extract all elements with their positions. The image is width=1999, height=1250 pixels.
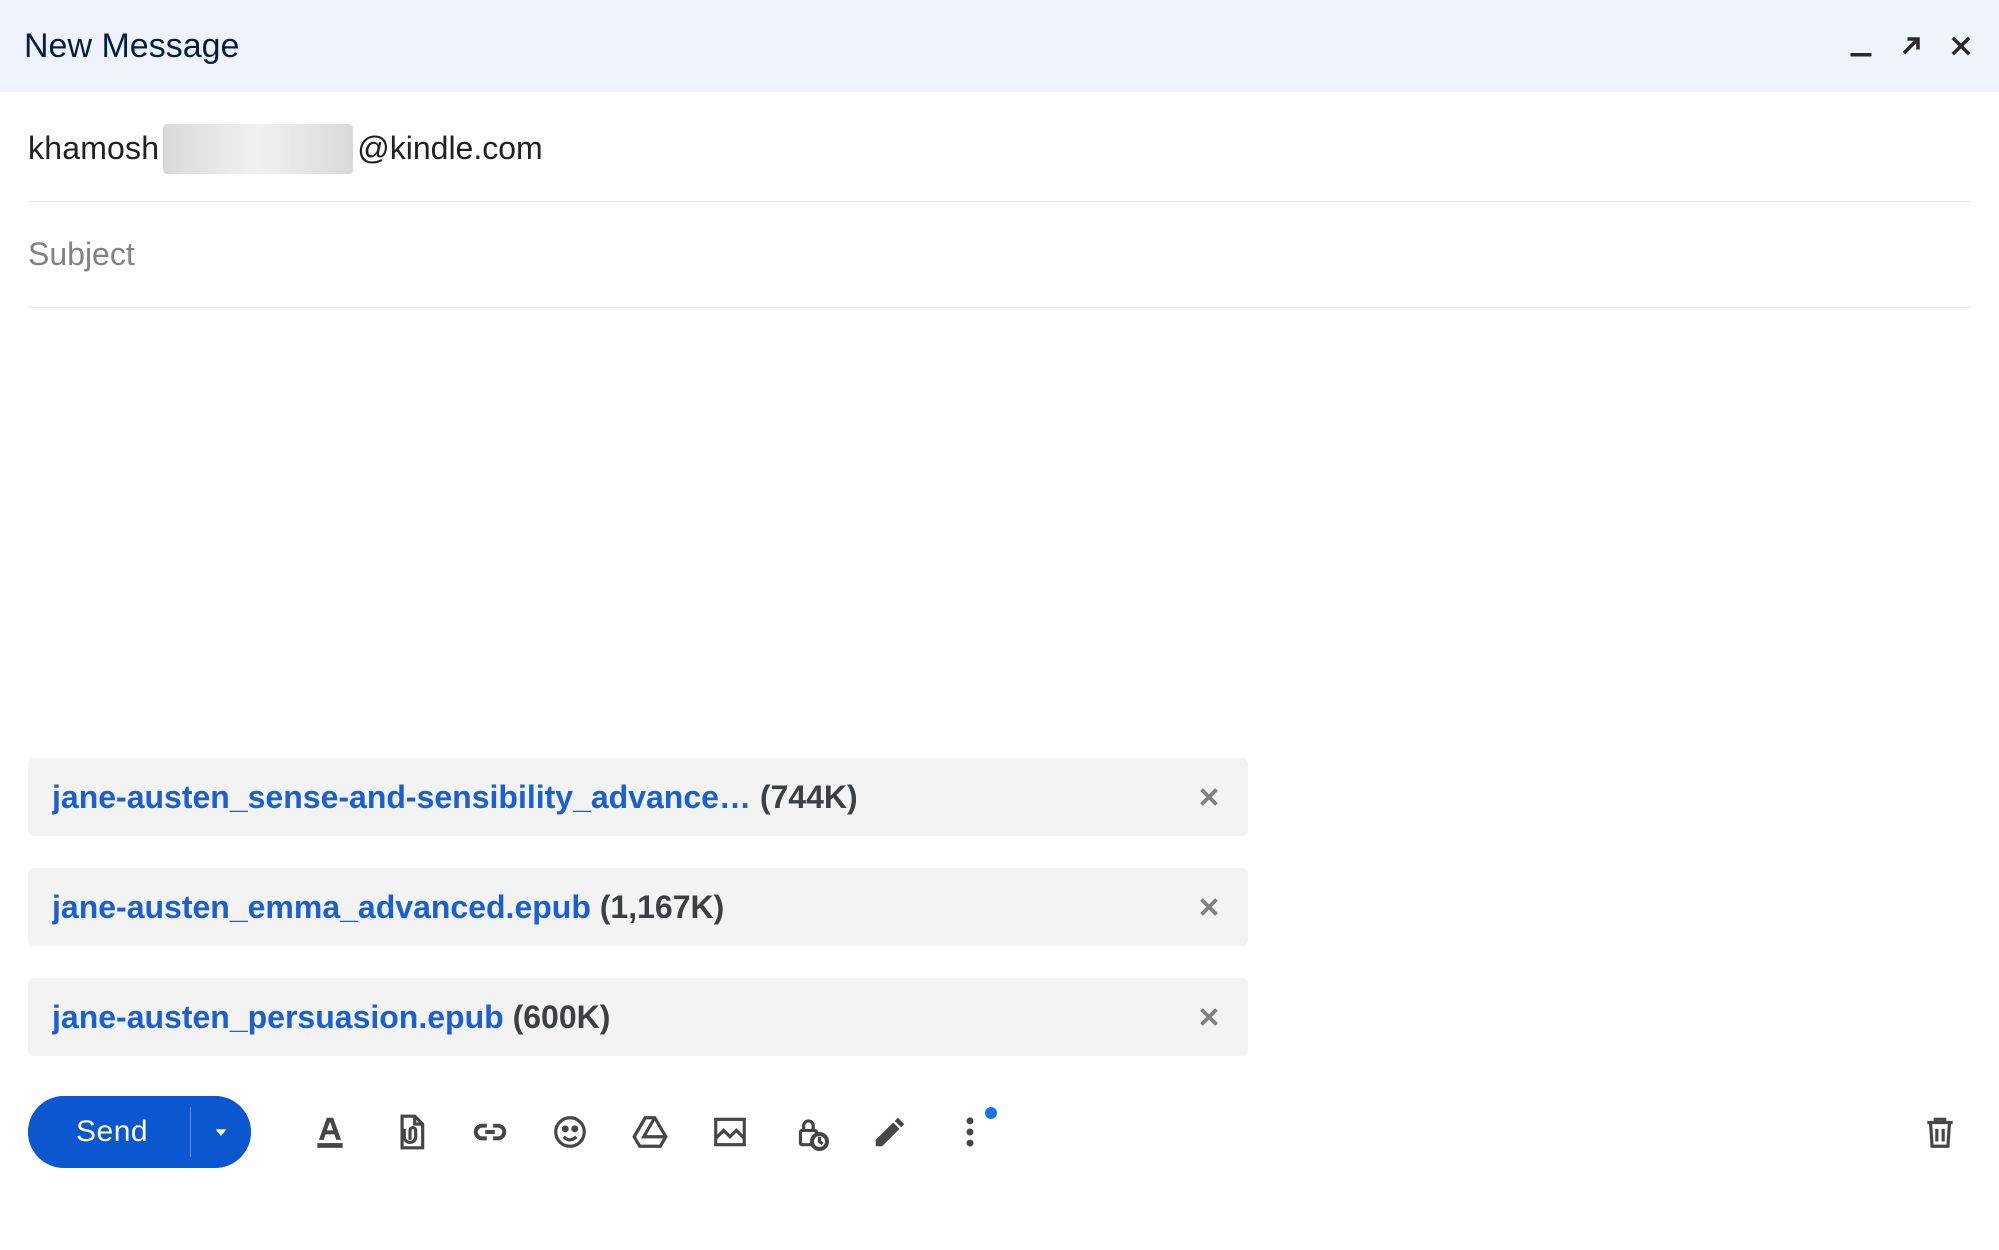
signature-icon[interactable] (871, 1113, 909, 1151)
popout-icon[interactable] (1897, 32, 1925, 60)
close-icon[interactable] (1947, 32, 1975, 60)
attachment-chip[interactable]: jane-austen_emma_advanced.epub (1,167K) (28, 868, 1248, 946)
formatting-icon[interactable] (311, 1113, 349, 1151)
remove-attachment-icon[interactable] (1194, 892, 1224, 922)
attach-file-icon[interactable] (391, 1113, 429, 1151)
send-options-button[interactable] (191, 1096, 251, 1168)
recipients-row[interactable]: khamosh @kindle.com (28, 96, 1971, 202)
attachments-list: jane-austen_sense-and-sensibility_advanc… (28, 758, 1971, 1056)
toolbar-left: Send (28, 1096, 989, 1168)
toolbar-right (1921, 1113, 1971, 1151)
recipient-suffix: @kindle.com (357, 130, 542, 167)
notification-dot-icon (985, 1107, 997, 1119)
attachment-info: jane-austen_persuasion.epub (600K) (52, 999, 1194, 1036)
attachment-chip[interactable]: jane-austen_sense-and-sensibility_advanc… (28, 758, 1248, 836)
minimize-icon[interactable] (1847, 32, 1875, 60)
subject-input[interactable] (28, 236, 1971, 273)
send-group: Send (28, 1096, 251, 1168)
attachment-filename: jane-austen_persuasion.epub (52, 999, 504, 1035)
confidential-mode-icon[interactable] (791, 1113, 829, 1151)
insert-image-icon[interactable] (711, 1113, 749, 1151)
attachment-info: jane-austen_emma_advanced.epub (1,167K) (52, 889, 1194, 926)
drive-icon[interactable] (631, 1113, 669, 1151)
compose-body: khamosh @kindle.com jane-austen_sense-an… (0, 96, 1999, 1168)
attachment-size: (744K) (760, 779, 858, 815)
compose-header: New Message (0, 0, 1999, 92)
emoji-icon[interactable] (551, 1113, 589, 1151)
send-button[interactable]: Send (28, 1096, 190, 1168)
remove-attachment-icon[interactable] (1194, 782, 1224, 812)
attachment-filename: jane-austen_emma_advanced.epub (52, 889, 591, 925)
attachment-size: (600K) (513, 999, 611, 1035)
recipient-prefix: khamosh (28, 130, 159, 167)
discard-draft-icon[interactable] (1921, 1113, 1959, 1151)
attachment-chip[interactable]: jane-austen_persuasion.epub (600K) (28, 978, 1248, 1056)
header-actions (1847, 32, 1975, 60)
redacted-portion (163, 124, 353, 174)
more-options-icon[interactable] (951, 1113, 989, 1151)
message-body[interactable] (28, 308, 1971, 758)
compose-toolbar: Send (28, 1096, 1971, 1168)
attachment-info: jane-austen_sense-and-sensibility_advanc… (52, 779, 1194, 816)
subject-row (28, 202, 1971, 308)
compose-title: New Message (24, 27, 239, 66)
attachment-filename: jane-austen_sense-and-sensibility_advanc… (52, 779, 751, 815)
attachment-size: (1,167K) (600, 889, 725, 925)
insert-link-icon[interactable] (471, 1113, 509, 1151)
remove-attachment-icon[interactable] (1194, 1002, 1224, 1032)
